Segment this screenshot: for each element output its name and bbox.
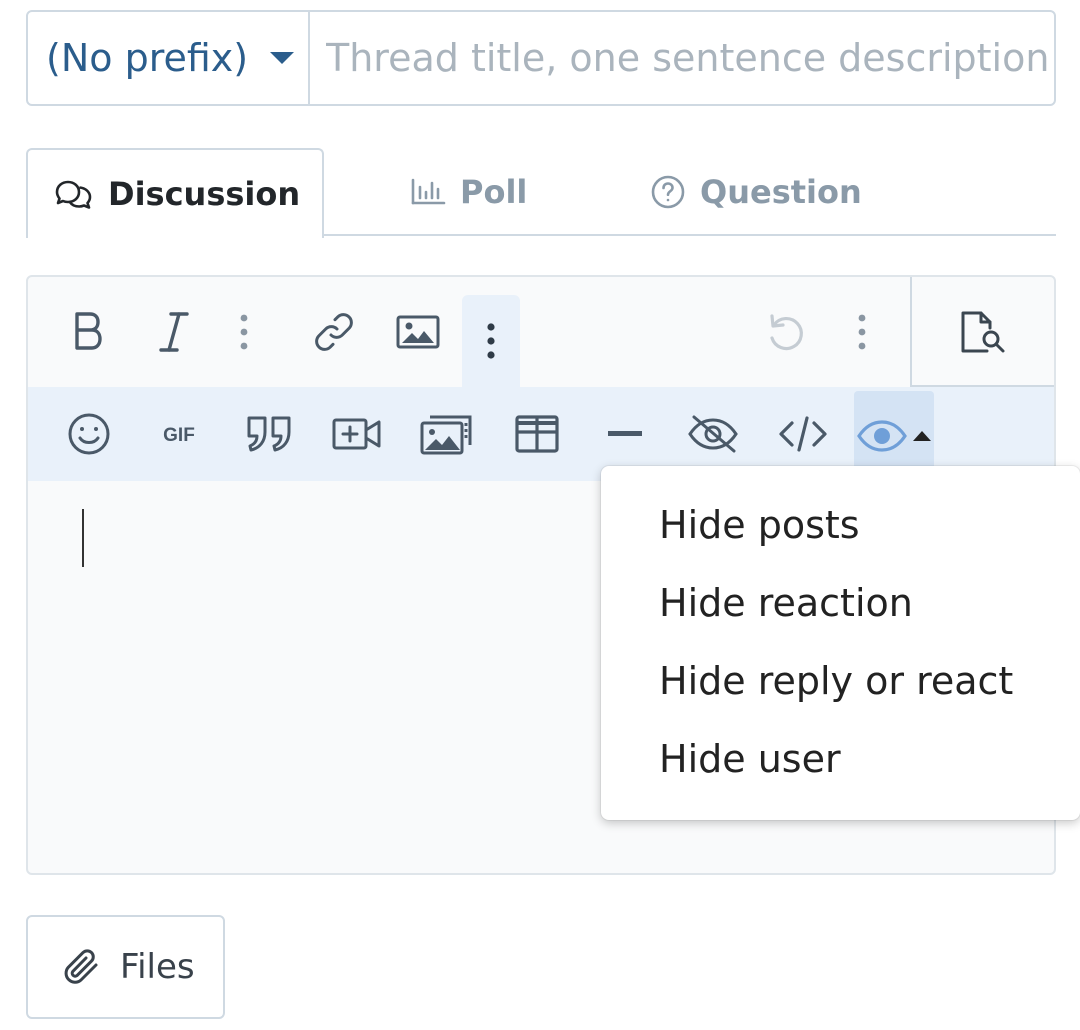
italic-button[interactable] bbox=[142, 297, 206, 367]
quote-button[interactable] bbox=[236, 399, 302, 469]
thread-title-row: (No prefix) bbox=[26, 10, 1056, 106]
new-thread-form: (No prefix) Discussion Poll bbox=[0, 0, 1080, 1030]
hide-options-menu: Hide posts Hide reaction Hide reply or r… bbox=[601, 466, 1080, 820]
tab-question[interactable]: Question bbox=[650, 148, 862, 236]
media-gallery-icon bbox=[420, 415, 472, 455]
tab-label: Poll bbox=[460, 173, 528, 211]
italic-icon bbox=[159, 312, 189, 352]
emoji-button[interactable] bbox=[56, 399, 122, 469]
undo-icon bbox=[770, 314, 803, 351]
attach-files-button[interactable]: Files bbox=[26, 915, 225, 1019]
tab-label: Question bbox=[700, 173, 862, 211]
spoiler-button[interactable] bbox=[680, 399, 746, 469]
emoji-icon bbox=[68, 413, 110, 455]
more-options-button[interactable] bbox=[842, 297, 882, 367]
caret-up-icon bbox=[913, 431, 931, 441]
thread-title-input[interactable] bbox=[310, 12, 1054, 104]
chevron-down-icon bbox=[270, 52, 295, 64]
preview-icon bbox=[961, 311, 1005, 353]
image-icon bbox=[396, 315, 440, 349]
files-label: Files bbox=[120, 947, 195, 987]
menu-item-hide-reply-or-react[interactable]: Hide reply or react bbox=[601, 642, 1080, 720]
insert-video-button[interactable] bbox=[324, 399, 390, 469]
code-icon bbox=[779, 416, 827, 452]
prefix-label: (No prefix) bbox=[46, 36, 249, 80]
code-button[interactable] bbox=[770, 399, 836, 469]
horizontal-rule-button[interactable] bbox=[592, 399, 658, 469]
link-icon bbox=[315, 313, 353, 351]
insert-table-button[interactable] bbox=[504, 399, 570, 469]
prefix-select[interactable]: (No prefix) bbox=[28, 12, 310, 104]
poll-icon bbox=[411, 178, 446, 205]
menu-item-hide-reaction[interactable]: Hide reaction bbox=[601, 564, 1080, 642]
more-text-options-button[interactable] bbox=[224, 297, 264, 367]
tab-poll[interactable]: Poll bbox=[410, 148, 527, 236]
undo-button[interactable] bbox=[754, 297, 818, 367]
media-gallery-button[interactable] bbox=[414, 399, 480, 469]
thread-type-tabs: Discussion Poll Question bbox=[26, 148, 1056, 238]
text-cursor bbox=[82, 509, 84, 567]
horizontal-rule-icon bbox=[608, 431, 642, 436]
link-button[interactable] bbox=[302, 297, 366, 367]
table-icon bbox=[515, 415, 559, 453]
gif-icon: GIF bbox=[163, 425, 195, 444]
toolbar-divider bbox=[910, 277, 912, 387]
gif-button[interactable]: GIF bbox=[146, 399, 212, 469]
paperclip-icon bbox=[64, 949, 98, 984]
tab-discussion[interactable]: Discussion bbox=[26, 148, 324, 238]
editor-toolbar-main bbox=[28, 277, 1054, 387]
preview-button[interactable] bbox=[948, 297, 1018, 367]
quote-icon bbox=[247, 416, 291, 452]
insert-image-button[interactable] bbox=[386, 297, 450, 367]
video-icon bbox=[332, 418, 381, 450]
comments-icon bbox=[55, 180, 92, 209]
more-vertical-icon bbox=[858, 314, 866, 350]
more-vertical-icon bbox=[240, 314, 248, 350]
bold-button[interactable] bbox=[56, 297, 120, 367]
svg-text:GIF: GIF bbox=[163, 425, 195, 444]
bold-icon bbox=[75, 312, 102, 350]
hide-icon bbox=[857, 420, 907, 452]
tab-label: Discussion bbox=[108, 175, 301, 213]
more-vertical-icon bbox=[487, 323, 495, 359]
menu-item-hide-posts[interactable]: Hide posts bbox=[601, 486, 1080, 564]
spoiler-icon bbox=[688, 415, 738, 453]
question-circle-icon bbox=[651, 175, 685, 209]
more-insert-options-button[interactable] bbox=[462, 295, 520, 387]
menu-item-hide-user[interactable]: Hide user bbox=[601, 720, 1080, 798]
